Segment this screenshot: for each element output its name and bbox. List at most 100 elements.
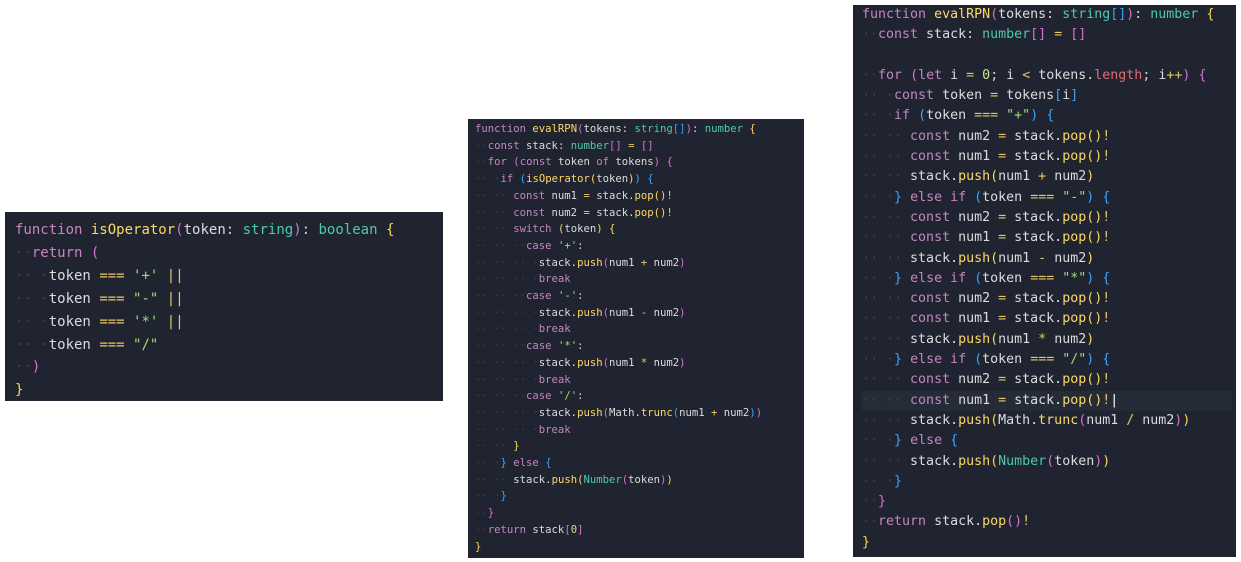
code-line[interactable]: ·· ·· const num1 = stack.pop()!| [862,390,1232,411]
code-line[interactable]: ·· ·} [862,472,1236,492]
code-line[interactable]: ·· ·· stack.push(Number(token)) [862,452,1236,472]
code-line[interactable]: ·· ·· const num2 = stack.pop()! [862,289,1236,309]
code-line[interactable]: ··const stack: number[] = [] [475,138,804,155]
isoperator-code-panel[interactable]: function isOperator(token: string): bool… [5,212,443,401]
code-line[interactable]: } [475,539,804,556]
code-line[interactable]: ··return stack[0] [475,522,804,539]
code-line[interactable]: ·· ·· stack.push(Number(token)) [475,472,804,489]
code-line[interactable]: ··return ( [15,242,443,265]
code-line[interactable]: ··) [15,356,443,379]
code-line[interactable]: ··for (const token of tokens) { [475,154,804,171]
code-line[interactable]: ·· ·token === "-" || [15,288,443,311]
code-line[interactable]: ·· ·· const num1 = stack.pop()! [862,228,1236,248]
code-token-var: num2 [545,206,584,219]
code-line[interactable]: ·· ·· ·· ·break [475,321,804,338]
code-line[interactable]: ·· ·} else if (token === "/") { [862,350,1236,370]
code-line[interactable]: ·· ·· ·· ·break [475,422,804,439]
code-token-kw: for [487,156,507,169]
code-line[interactable]: ·· ·if (isOperator(token)) { [475,171,804,188]
code-token-punc: : [577,290,584,303]
code-token-var [378,222,386,238]
indent-guide: ·· · [15,290,49,307]
indent-guide: ·· ·· [862,209,911,225]
code-token-var: stack. [926,514,983,530]
code-line[interactable]: ·· ·· const num2 = stack.pop()! [862,127,1236,147]
code-line[interactable]: ·· ·· ·· ·stack.push(Math.trunc(num1 + n… [475,405,804,422]
code-token-var: num2 [647,256,680,269]
code-line[interactable]: ·· ·· ·· ·stack.push(num1 - num2) [475,305,804,322]
code-line[interactable]: ··} [475,505,804,522]
code-token-var: token [48,290,91,307]
code-token-var: num2 [950,372,999,388]
code-token-kw: else [910,433,943,449]
code-line[interactable]: ·· ·· } [475,438,804,455]
code-line[interactable]: ·· ·· ··case '-': [475,288,804,305]
code-line[interactable]: ·· ·· ··case '/': [475,388,804,405]
indent-guide: ·· ·· ·· · [475,406,539,419]
code-line[interactable]: ·· ·· stack.push(num1 * num2) [862,330,1236,350]
code-line[interactable]: ·· ·} else { [862,431,1236,451]
code-token-kw: break [538,323,571,336]
code-line[interactable]: } [862,533,1236,553]
code-line[interactable]: ·· ·· const num2 = stack.pop()! [862,370,1236,390]
code-line[interactable]: ··return stack.pop()! [862,512,1236,532]
code-token-var: stack. [910,250,959,266]
code-line[interactable]: ·· ·· const num1 = stack.pop()! [862,147,1236,167]
code-line[interactable]: ·· ·· stack.push(Math.trunc(num1 / num2)… [862,411,1236,431]
code-token-var: stack [526,523,565,536]
code-token-str: '+' [133,267,159,284]
code-token-str: '*' [133,313,159,330]
code-line[interactable]: ·· ·} else if (token === "-") { [862,188,1236,208]
code-line[interactable]: ·· ·· ·· ·stack.push(num1 * num2) [475,355,804,372]
code-line[interactable]: ·· ·} else { [475,455,804,472]
code-token-var: num2 [717,406,750,419]
code-token-punc: : [577,340,584,353]
code-line[interactable]: function evalRPN(tokens: string[]): numb… [475,121,804,138]
code-line[interactable]: ·· ·· switch (token) { [475,221,804,238]
code-token-punc: : [691,123,705,135]
code-line[interactable]: ·· ·· stack.push(num1 - num2) [862,249,1236,269]
code-token-brk2: ( [910,67,919,83]
code-line[interactable]: ·· ·· const num2 = stack.pop()! [862,208,1236,228]
code-line[interactable]: } [15,379,443,401]
code-line[interactable]: ·· ·} [475,488,804,505]
code-line[interactable]: ·· ·· ·· ·break [475,271,804,288]
code-token-op: ! [1102,149,1111,165]
code-line[interactable]: ·· ·if (token === "+") { [862,106,1236,126]
code-line[interactable]: ·· ·token === '+' || [15,265,443,288]
code-line[interactable] [862,46,1236,66]
indent-guide: ·· ·· ·· [475,390,527,403]
code-line[interactable]: ·· ·· stack.push(num1 + num2) [862,167,1236,187]
code-line[interactable]: ·· ·· ·· ·break [475,372,804,389]
code-line[interactable]: ·· ·} else if (token === "*") { [862,269,1236,289]
indent-guide: ·· · [862,473,895,489]
code-line[interactable]: ·· ·· const num1 = stack.pop()! [862,309,1236,329]
code-line[interactable]: ·· ·token === "/" [15,334,443,357]
code-line[interactable]: ·· ·· ·· ·stack.push(num1 + num2) [475,255,804,272]
code-token-kw: else [513,457,539,470]
code-token-brk3: [] [672,123,686,135]
code-token-var: stack. [589,189,635,202]
code-token-var: i [1006,67,1023,83]
code-line[interactable]: ·· ·· ··case '*': [475,338,804,355]
code-token-var: num1 [608,256,641,269]
code-line[interactable]: ··for (let i = 0; i < tokens.length; i++… [862,66,1236,86]
code-token-brk2: } [487,507,495,520]
code-line[interactable]: function evalRPN(tokens: string[]): numb… [862,5,1236,25]
code-token-var: stack. [1006,291,1063,307]
code-line[interactable]: ·· ·token === '*' || [15,311,443,334]
code-token-brk: () [653,206,667,219]
code-line[interactable]: ··} [862,492,1236,512]
code-line[interactable]: ·· ·const token = tokens[i] [862,86,1236,106]
code-line[interactable]: ·· ·· const num2 = stack.pop()! [475,205,804,222]
evalrpn-switch-code-panel[interactable]: function evalRPN(tokens: string[]): numb… [468,119,804,558]
code-token-op: === [1030,189,1055,205]
code-line[interactable]: ·· ·· ··case '+': [475,238,804,255]
code-line[interactable]: function isOperator(token: string): bool… [15,219,443,242]
code-token-brk3: [] [1110,7,1127,22]
code-token-punc: : [577,239,584,252]
evalrpn-ifelse-code-panel[interactable]: function evalRPN(tokens: string[]): numb… [853,5,1236,557]
indent-guide: ·· ·· [475,223,514,236]
code-line[interactable]: ··const stack: number[] = [] [862,25,1236,45]
code-line[interactable]: ·· ·· const num1 = stack.pop()! [475,188,804,205]
